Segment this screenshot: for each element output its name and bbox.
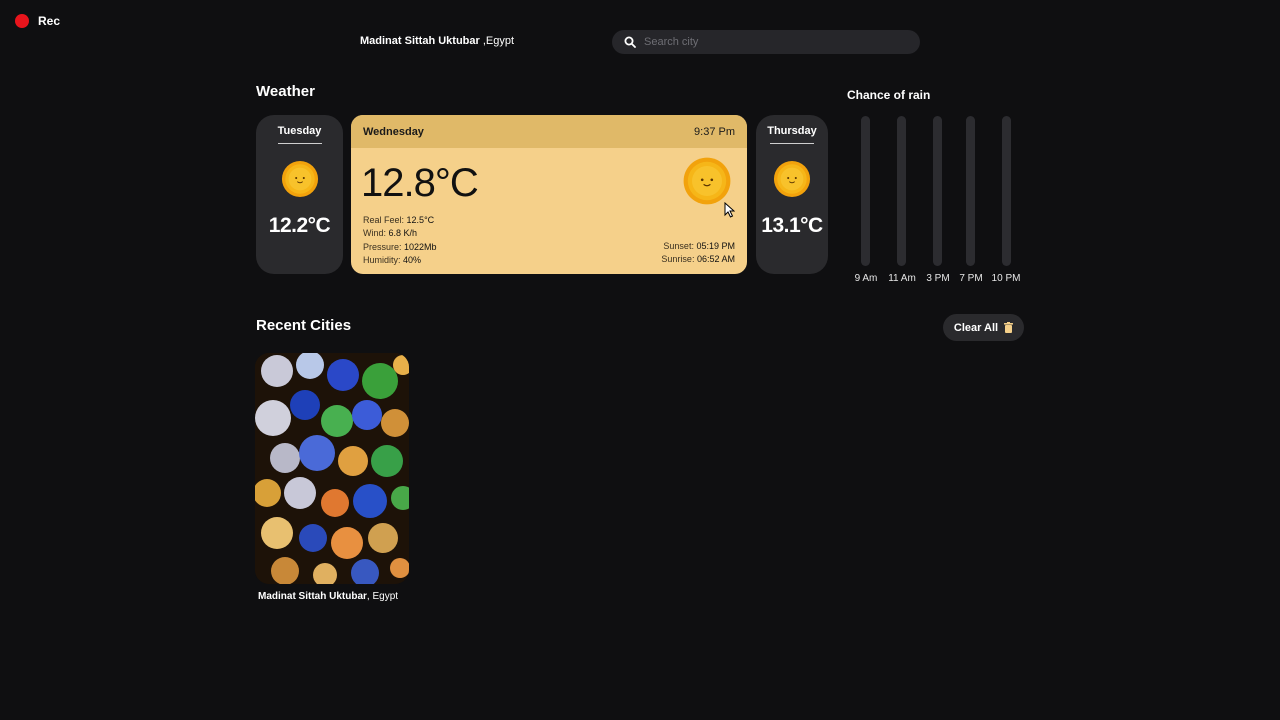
sun-icon [773,160,811,198]
current-time: 9:37 Pm [694,125,735,138]
forecast-card-thursday[interactable]: Thursday 13.1°C [756,115,828,274]
sun-icon [281,160,318,198]
sunrise-value: 06:52 AM [696,254,735,265]
sun-icon [683,157,731,205]
recent-city-name: Madinat Sittah Uktubar [258,591,367,602]
city-photo-lanterns [255,353,409,584]
sunrise-row: Sunrise: 06:52 AM [661,253,735,266]
search-input[interactable] [644,36,904,48]
wind-label: Wind: [363,228,387,239]
pressure-label: Pressure: [363,241,402,252]
rain-bar [1002,116,1011,266]
humidity-row: Humidity: 40% [363,254,437,267]
rain-hour-label: 10 PM [991,273,1021,284]
rain-hour-label: 3 PM [926,273,950,284]
sunset-label: Sunset: [663,241,694,251]
record-dot-icon [15,14,29,28]
clear-all-button[interactable]: Clear All [943,314,1024,341]
recording-label: Rec [38,14,61,28]
location-city: Madinat Sittah Uktubar [360,35,480,47]
recent-city-caption: Madinat Sittah Uktubar, Egypt [258,591,398,602]
humidity-label: Humidity: [363,254,401,265]
pressure-value: 1022Mb [404,241,437,252]
forecast-temp: 12.2°C [268,214,331,237]
sun-times: Sunset: 05:19 PM Sunrise: 06:52 AM [661,240,735,267]
sunset-value: 05:19 PM [696,241,735,251]
current-location: Madinat Sittah Uktubar ,Egypt [360,35,514,47]
sunrise-label: Sunrise: [661,254,695,265]
search-bar[interactable] [612,30,920,54]
clear-all-label: Clear All [953,321,999,334]
real-feel-value: 12.5°C [406,215,435,225]
rain-title: Chance of rain [847,88,931,102]
trash-icon [1004,322,1014,333]
current-weather-header: Wednesday 9:37 Pm [351,115,747,148]
weather-details: Real Feel: 12.5°C Wind: 6.8 K/h Pressure… [363,214,437,267]
location-country: ,Egypt [482,35,515,47]
divider [277,143,322,144]
wind-row: Wind: 6.8 K/h [363,227,437,240]
wind-value: 6.8 K/h [388,228,418,239]
recent-city-country: , Egypt [366,591,399,602]
forecast-temp: 13.1°C [761,214,823,237]
rain-bar [933,116,942,266]
rain-hour-label: 11 Am [888,273,916,284]
current-day: Wednesday [363,125,424,138]
forecast-card-tuesday[interactable]: Tuesday 12.2°C [256,115,343,274]
current-weather-card[interactable]: Wednesday 9:37 Pm 12.8°C Real Feel: 12.5… [351,115,747,274]
rain-bar [861,116,870,266]
sunset-row: Sunset: 05:19 PM [661,240,735,253]
mouse-cursor-icon [724,202,735,218]
rain-bar [966,116,975,266]
real-feel-label: Real Feel: [363,215,405,225]
pressure-row: Pressure: 1022Mb [363,241,437,254]
forecast-day: Thursday [767,125,817,137]
current-temp: 12.8°C [361,161,479,205]
search-icon [624,36,636,48]
rain-hour-label: 9 Am [854,273,878,284]
recent-cities-title: Recent Cities [256,317,352,334]
real-feel-row: Real Feel: 12.5°C [363,214,437,227]
forecast-day: Tuesday [277,125,322,137]
humidity-value: 40% [403,254,422,265]
recording-indicator: Rec [15,14,60,28]
recent-city-card[interactable] [255,353,409,584]
weather-title: Weather [256,83,315,100]
rain-bar [897,116,906,266]
divider [770,143,814,144]
rain-hour-label: 7 PM [959,273,983,284]
